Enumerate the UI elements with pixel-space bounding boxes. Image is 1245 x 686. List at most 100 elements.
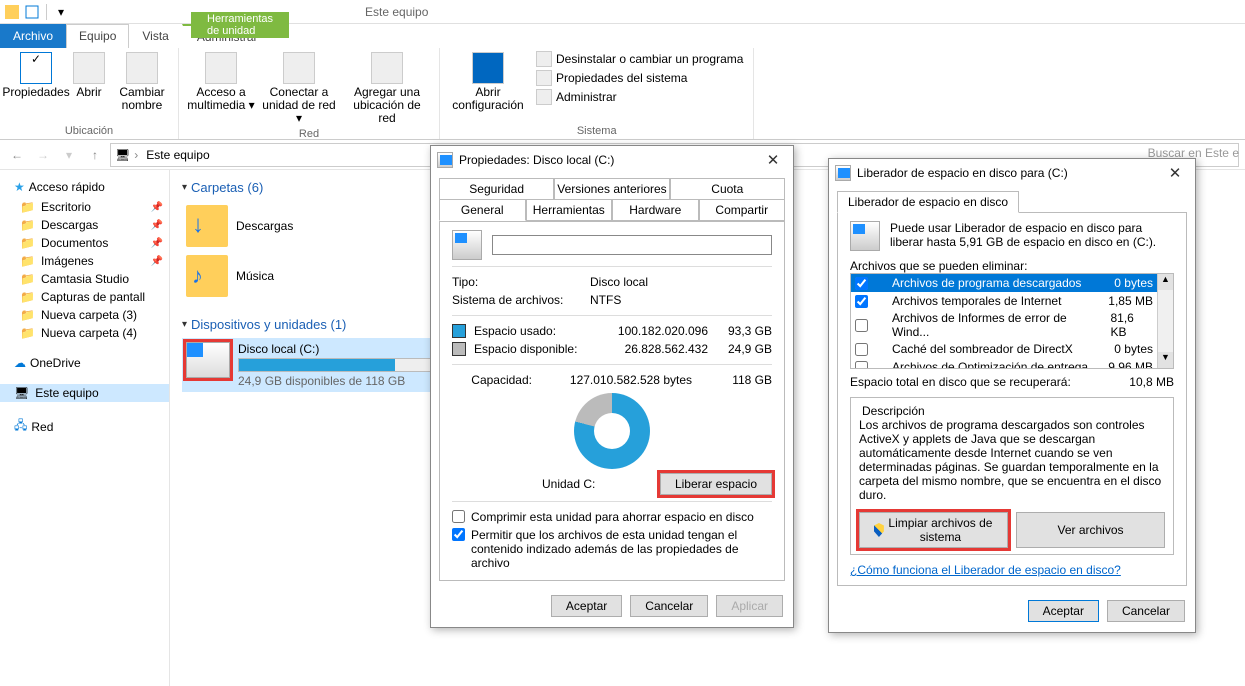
cancel-button[interactable]: Cancelar xyxy=(630,595,708,617)
folder-downloads[interactable]: Descargas xyxy=(182,201,362,251)
tab-prevversions[interactable]: Versiones anteriores xyxy=(554,178,669,200)
list-item[interactable]: Archivos de Optimización de entrega9,96 … xyxy=(851,358,1157,369)
item-checkbox[interactable] xyxy=(855,319,868,332)
drive-name: Disco local (C:) xyxy=(238,342,438,356)
ribbon: ✓Propiedades Abrir Cambiar nombre Ubicac… xyxy=(0,48,1245,140)
help-link[interactable]: ¿Cómo funciona el Liberador de espacio e… xyxy=(850,563,1121,577)
file-icon xyxy=(872,293,888,309)
ribbon-media[interactable]: Acceso a multimedia ▾ xyxy=(185,50,257,128)
breadcrumb-thispc[interactable]: Este equipo xyxy=(142,148,213,162)
cleanupdlg-titlebar[interactable]: Liberador de espacio en disco para (C:) … xyxy=(829,159,1195,187)
folder-icon: 📁 xyxy=(20,272,35,286)
quick-access-toolbar: ▾ Herramientas de unidad Este equipo xyxy=(0,0,1245,24)
folder-icon: 📁 xyxy=(20,200,35,214)
ok-button[interactable]: Aceptar xyxy=(551,595,622,617)
item-checkbox[interactable] xyxy=(855,361,868,370)
ok-button[interactable]: Aceptar xyxy=(1028,600,1099,622)
list-item[interactable]: Archivos temporales de Internet1,85 MB xyxy=(851,292,1157,310)
sidebar-item[interactable]: 📁Camtasia Studio xyxy=(0,270,169,288)
tab-general[interactable]: General xyxy=(439,199,526,221)
drive-icon xyxy=(437,152,453,168)
propdlg-titlebar[interactable]: Propiedades: Disco local (C:) ✕ xyxy=(431,146,793,174)
sidebar-item[interactable]: 📁Descargas📌 xyxy=(0,216,169,234)
clean-system-files-button[interactable]: Limpiar archivos de sistema xyxy=(859,512,1008,548)
list-item[interactable]: Caché del sombreador de DirectX0 bytes xyxy=(851,340,1157,358)
nav-network-label: Red xyxy=(31,420,53,434)
sidebar-item[interactable]: 📁Nueva carpeta (4) xyxy=(0,324,169,342)
checkbox-compress[interactable]: Comprimir esta unidad para ahorrar espac… xyxy=(452,508,772,526)
shield-icon xyxy=(874,523,884,537)
checkbox-index[interactable]: Permitir que los archivos de esta unidad… xyxy=(452,526,772,572)
folder-music[interactable]: Música xyxy=(182,251,362,301)
sidebar-item[interactable]: 📁Imágenes📌 xyxy=(0,252,169,270)
ribbon-settings[interactable]: Abrir configuración xyxy=(446,50,530,125)
ribbon-addnetloc[interactable]: Agregar una ubicación de red xyxy=(341,50,433,128)
tab-computer[interactable]: Equipo xyxy=(66,24,129,48)
tab-sharing[interactable]: Compartir xyxy=(699,199,786,221)
cleanup-file-list[interactable]: Archivos de programa descargados0 bytesA… xyxy=(850,273,1174,369)
scrollbar[interactable]: ▲▼ xyxy=(1157,274,1173,368)
tab-tools[interactable]: Herramientas xyxy=(526,199,613,221)
close-button[interactable]: ✕ xyxy=(759,151,787,169)
nav-onedrive[interactable]: ☁OneDrive xyxy=(0,352,169,374)
ribbon-admin[interactable]: Administrar xyxy=(532,88,747,106)
apply-button[interactable]: Aplicar xyxy=(716,595,783,617)
qat-dropdown-icon[interactable]: ▾ xyxy=(53,4,69,20)
file-icon xyxy=(872,359,888,369)
cleanup-list-label: Archivos que se pueden eliminar: xyxy=(850,259,1174,273)
ribbon-properties-label: Propiedades xyxy=(2,86,69,99)
folder-icon xyxy=(186,255,228,297)
ribbon-mapnet[interactable]: Conectar a unidad de red ▾ xyxy=(259,50,339,128)
tab-hardware[interactable]: Hardware xyxy=(612,199,699,221)
list-item[interactable]: Archivos de programa descargados0 bytes xyxy=(851,274,1157,292)
item-label: Archivos temporales de Internet xyxy=(892,294,1061,308)
sidebar-item[interactable]: 📁Escritorio📌 xyxy=(0,198,169,216)
drive-c[interactable]: Disco local (C:) 24,9 GB disponibles de … xyxy=(182,338,442,392)
folder-icon: 📁 xyxy=(20,218,35,232)
folder-icon: 📁 xyxy=(20,236,35,250)
nav-up[interactable]: ↑ xyxy=(84,144,106,166)
tab-file[interactable]: Archivo xyxy=(0,24,66,48)
tab-view[interactable]: Vista xyxy=(129,24,181,48)
total-value: 10,8 MB xyxy=(1129,375,1174,389)
sidebar-item[interactable]: 📁Documentos📌 xyxy=(0,234,169,252)
tab-quota[interactable]: Cuota xyxy=(670,178,785,200)
item-checkbox[interactable] xyxy=(855,277,868,290)
ribbon-uninstall-label: Desinstalar o cambiar un programa xyxy=(556,52,743,66)
ribbon-open[interactable]: Abrir xyxy=(68,50,110,125)
sidebar-item-label: Nueva carpeta (3) xyxy=(41,308,137,322)
qat-properties-icon[interactable] xyxy=(24,4,40,20)
ribbon-rename[interactable]: Cambiar nombre xyxy=(112,50,172,125)
list-item[interactable]: Archivos de Informes de error de Wind...… xyxy=(851,310,1157,340)
ribbon-properties[interactable]: ✓Propiedades xyxy=(6,50,66,125)
view-files-button[interactable]: Ver archivos xyxy=(1016,512,1165,548)
nav-forward[interactable]: → xyxy=(32,144,54,166)
cleanupdlg-title: Liberador de espacio en disco para (C:) xyxy=(857,166,1068,180)
close-button[interactable]: ✕ xyxy=(1161,164,1189,182)
nav-network[interactable]: 🖧Red xyxy=(0,412,169,441)
tab-security[interactable]: Seguridad xyxy=(439,178,554,200)
folder-icon: 📁 xyxy=(20,308,35,322)
value-used-h: 93,3 GB xyxy=(728,324,772,338)
item-checkbox[interactable] xyxy=(855,295,868,308)
ribbon-uninstall[interactable]: Desinstalar o cambiar un programa xyxy=(532,50,747,68)
disk-cleanup-button[interactable]: Liberar espacio xyxy=(660,473,772,495)
folder-downloads-label: Descargas xyxy=(236,219,293,233)
nav-quick-label: Acceso rápido xyxy=(29,180,105,194)
drive-icon xyxy=(835,165,851,181)
pin-icon: 📌 xyxy=(151,256,163,267)
ribbon-sysprops[interactable]: Propiedades del sistema xyxy=(532,69,747,87)
nav-back[interactable]: ← xyxy=(6,144,28,166)
cancel-button[interactable]: Cancelar xyxy=(1107,600,1185,622)
nav-recent[interactable]: ▾ xyxy=(58,144,80,166)
item-checkbox[interactable] xyxy=(855,343,868,356)
desc-text: Los archivos de programa descargados son… xyxy=(859,418,1165,502)
file-icon xyxy=(872,317,888,333)
tab-cleanup[interactable]: Liberador de espacio en disco xyxy=(837,191,1019,213)
sidebar-item[interactable]: 📁 Nueva carpeta (3) xyxy=(0,306,169,324)
nav-quick-access[interactable]: ★Acceso rápido xyxy=(0,176,169,198)
sidebar-item[interactable]: 📁Capturas de pantall xyxy=(0,288,169,306)
pin-icon: 📌 xyxy=(151,202,163,213)
drive-label-input[interactable] xyxy=(492,235,772,255)
nav-thispc[interactable]: 🖥Este equipo xyxy=(0,384,169,402)
